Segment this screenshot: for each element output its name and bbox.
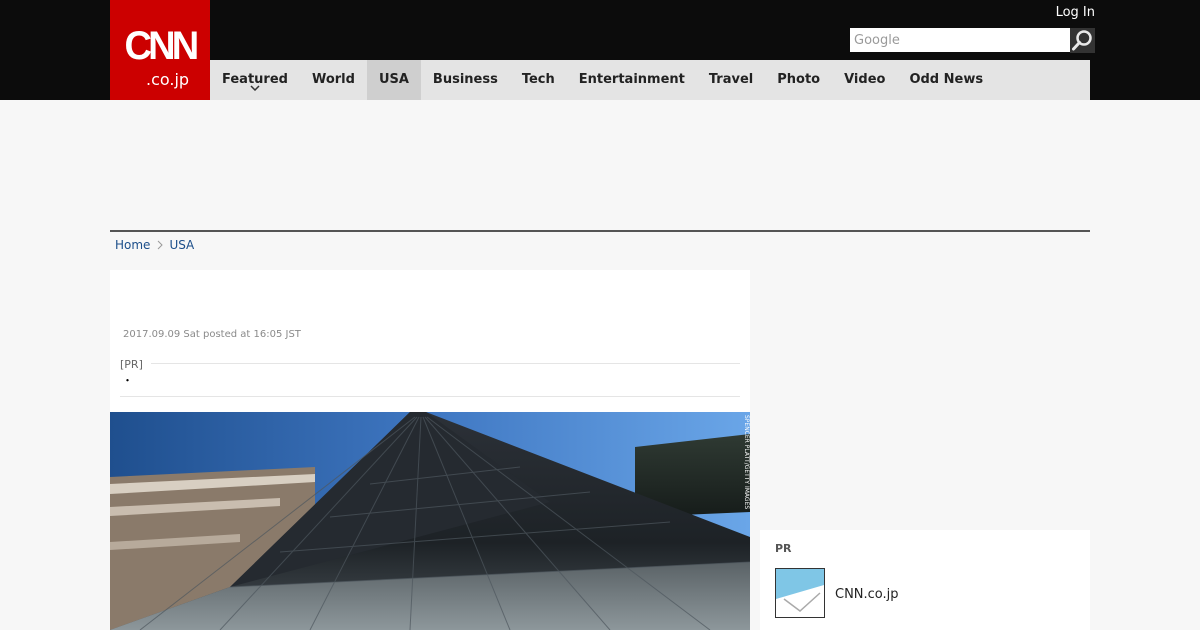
search-input[interactable]: [850, 28, 1070, 52]
section-divider: [110, 230, 1090, 232]
pr-text-link[interactable]: ・: [122, 372, 133, 388]
sidebar-ad-space: [760, 270, 1090, 520]
breadcrumb-home[interactable]: Home: [115, 238, 150, 252]
nav-item-label: Photo: [777, 72, 821, 87]
breadcrumb-usa[interactable]: USA: [169, 238, 194, 252]
nav-item-label: Odd News: [909, 72, 984, 87]
photo-credit: SPENCER PLATT/GETTY IMAGES: [743, 415, 750, 510]
envelope-icon: [776, 569, 824, 617]
logo-main-text: CNN: [124, 24, 200, 68]
nav-item-label: USA: [378, 72, 409, 87]
pr-block: [PR] ・: [120, 358, 740, 398]
nav-item-video[interactable]: Video: [832, 60, 897, 100]
main-nav: Featured World USA Business Tech Enterta…: [210, 60, 1090, 100]
nav-item-label: World: [311, 72, 355, 87]
nav-item-tech[interactable]: Tech: [510, 60, 567, 100]
nav-item-world[interactable]: World: [300, 60, 367, 100]
nav-item-entertainment[interactable]: Entertainment: [567, 60, 697, 100]
nav-item-label: Travel: [708, 72, 754, 87]
chevron-down-icon: [250, 85, 260, 91]
breadcrumb: Home USA: [115, 238, 194, 252]
pr-box-title: PR: [775, 542, 792, 555]
nav-item-label: Tech: [521, 72, 555, 87]
pr-label: [PR]: [120, 358, 151, 371]
search-button[interactable]: [1070, 28, 1095, 53]
login-link[interactable]: Log In: [1056, 5, 1095, 20]
top-ad-space: [110, 100, 1090, 230]
pr-link-cnn[interactable]: CNN.co.jp: [835, 587, 899, 602]
pr-divider-top: [120, 363, 740, 364]
search-icon: [1072, 30, 1092, 51]
article-photo: [110, 412, 750, 630]
nav-item-usa[interactable]: USA: [366, 60, 421, 100]
nav-item-odd-news[interactable]: Odd News: [897, 60, 995, 100]
nav-item-label: Business: [432, 72, 498, 87]
chevron-right-icon: [158, 240, 164, 250]
nav-item-label: Video: [844, 72, 886, 87]
nav-item-label: Entertainment: [578, 72, 685, 87]
sidebar-pr-box: PR CNN.co.jp: [760, 530, 1090, 630]
pr-thumbnail[interactable]: [775, 568, 825, 618]
posted-timestamp: 2017.09.09 Sat posted at 16:05 JST: [123, 329, 301, 340]
nav-item-featured[interactable]: Featured: [210, 60, 300, 100]
nav-item-business[interactable]: Business: [421, 60, 510, 100]
cnn-logo[interactable]: CNN .co.jp: [110, 0, 210, 100]
nav-item-photo[interactable]: Photo: [765, 60, 832, 100]
article-card: 2017.09.09 Sat posted at 16:05 JST [PR] …: [110, 270, 750, 630]
logo-sub-text: .co.jp: [146, 70, 190, 89]
nav-item-travel[interactable]: Travel: [697, 60, 765, 100]
pr-divider-bottom: [120, 396, 740, 397]
